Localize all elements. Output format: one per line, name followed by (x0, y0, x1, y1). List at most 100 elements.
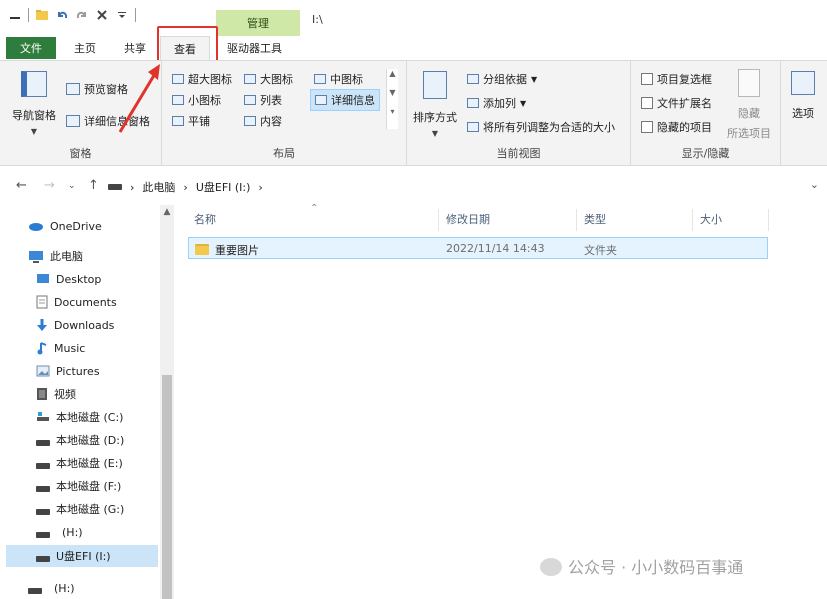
layout-details[interactable]: 详细信息 (310, 89, 380, 111)
layout-xl-icons[interactable]: 超大图标 (172, 71, 232, 87)
nav-pane-icon (21, 71, 47, 97)
layout-large-icons[interactable]: 大图标 (244, 71, 293, 87)
chevron-down-icon[interactable]: ▼ (387, 88, 398, 97)
column-header-name[interactable]: 名称 (194, 211, 216, 227)
scroll-up-icon[interactable]: ▲ (160, 207, 174, 217)
expand-gallery-icon[interactable]: ▾ (387, 107, 398, 116)
column-header-size[interactable]: 大小 (700, 211, 722, 227)
small-icons-icon (172, 95, 184, 105)
nav-item-label: Documents (54, 295, 117, 309)
video-icon (36, 387, 48, 401)
nav-item-label: 本地磁盘 (G:) (56, 503, 125, 516)
size-all-columns-button[interactable]: 将所有列调整为合适的大小 (467, 119, 615, 135)
nav-pane-button[interactable]: 导航窗格 ▼ (12, 71, 56, 136)
layout-xl-icons-label: 超大图标 (188, 73, 232, 86)
manage-contextual-tab[interactable]: 管理 (216, 10, 300, 36)
drive-icon (36, 463, 50, 469)
hidden-items-toggle[interactable]: 隐藏的项目 (641, 119, 712, 135)
customize-dropdown-icon[interactable] (115, 8, 129, 22)
nav-scrollbar[interactable]: ▲ (160, 205, 174, 599)
file-extensions-toggle[interactable]: 文件扩展名 (641, 95, 712, 111)
xl-icons-icon (172, 74, 184, 84)
drive-icon (36, 532, 50, 538)
chevron-up-icon[interactable]: ▲ (387, 69, 398, 78)
nav-item-label: (H:) (62, 525, 83, 539)
table-row[interactable]: 重要图片 2022/11/14 14:43 文件夹 (188, 237, 768, 259)
toolbar-divider (28, 8, 29, 22)
close-icon[interactable] (95, 8, 109, 22)
breadcrumb-separator-icon[interactable]: › (130, 181, 134, 194)
breadcrumb-current[interactable]: U盘EFI (I:) (196, 179, 251, 195)
drive-icon (36, 509, 50, 515)
nav-item-drive-i[interactable]: U盘EFI (I:) (6, 545, 158, 567)
hide-selected-icon (738, 69, 760, 97)
nav-item-label: 本地磁盘 (E:) (56, 457, 123, 470)
options-label: 选项 (792, 107, 814, 120)
nav-item-label: Downloads (54, 318, 115, 332)
column-divider[interactable] (438, 209, 439, 231)
drive-icon (28, 588, 42, 594)
chevron-down-icon: ▼ (520, 98, 527, 108)
hide-selected-label-2: 所选项目 (727, 127, 771, 140)
column-divider[interactable] (768, 209, 769, 231)
layout-gallery-scroll[interactable]: ▲ ▼ ▾ (386, 69, 398, 129)
drive-icon (36, 556, 50, 562)
windows-drive-icon (36, 411, 50, 423)
recent-dropdown-icon[interactable]: ⌄ (68, 181, 76, 191)
column-header-type[interactable]: 类型 (584, 211, 606, 227)
add-columns-icon (467, 98, 479, 108)
folder-icon[interactable] (35, 8, 49, 22)
medium-icons-icon (314, 74, 326, 84)
column-divider[interactable] (692, 209, 693, 231)
up-arrow-icon[interactable]: ↑ (88, 178, 99, 193)
preview-pane-icon (66, 83, 80, 95)
add-columns-button[interactable]: 添加列 ▼ (467, 95, 526, 111)
options-button[interactable]: 选项 (791, 71, 815, 121)
chevron-down-icon: ▼ (30, 127, 38, 136)
breadcrumb[interactable]: › 此电脑 › U盘EFI (I:) › (108, 179, 263, 195)
hide-selected-button[interactable]: 隐藏 所选项目 (727, 69, 771, 141)
item-checkboxes-toggle[interactable]: 项目复选框 (641, 71, 712, 87)
layout-list-label: 列表 (260, 94, 282, 107)
column-divider[interactable] (576, 209, 577, 231)
forward-arrow-icon[interactable]: → (44, 178, 55, 193)
undo-icon[interactable] (55, 8, 69, 22)
tab-share[interactable]: 共享 (114, 36, 156, 60)
address-history-chevron-icon[interactable]: ⌄ (810, 178, 819, 191)
group-options: 选项 (781, 61, 827, 165)
checkbox[interactable] (641, 121, 653, 133)
breadcrumb-this-pc[interactable]: 此电脑 (142, 179, 175, 195)
layout-content[interactable]: 内容 (244, 113, 282, 129)
picture-icon (36, 365, 50, 377)
tab-drive-tools[interactable]: 驱动器工具 (217, 36, 292, 60)
redo-icon[interactable] (75, 8, 89, 22)
layout-tiles[interactable]: 平铺 (172, 113, 210, 129)
breadcrumb-separator-icon[interactable]: › (258, 181, 262, 194)
nav-item-label: 此电脑 (50, 250, 83, 263)
tab-home[interactable]: 主页 (64, 36, 106, 60)
group-label-layout: 布局 (273, 147, 295, 160)
content-view-icon (244, 116, 256, 126)
details-view-icon (315, 95, 327, 105)
ribbon-tabs: 文件 主页 共享 查看 驱动器工具 (0, 36, 827, 60)
sort-by-button[interactable]: 排序方式 ▼ (413, 71, 457, 138)
layout-medium-icons[interactable]: 中图标 (314, 71, 363, 87)
checkbox[interactable] (641, 97, 653, 109)
layout-small-icons[interactable]: 小图标 (172, 92, 221, 108)
breadcrumb-separator-icon[interactable]: › (183, 181, 187, 194)
minus-icon[interactable] (8, 8, 22, 22)
group-by-button[interactable]: 分组依据 ▼ (467, 71, 537, 87)
scrollbar-thumb[interactable] (162, 375, 172, 599)
size-columns-icon (467, 122, 479, 132)
large-icons-icon (244, 74, 256, 84)
checkbox[interactable] (641, 73, 653, 85)
tab-view[interactable]: 查看 (160, 36, 210, 60)
tab-file[interactable]: 文件 (6, 37, 56, 59)
drive-icon (36, 486, 50, 492)
back-arrow-icon[interactable]: ← (16, 178, 27, 193)
layout-list[interactable]: 列表 (244, 92, 282, 108)
nav-item-label: Pictures (56, 364, 100, 378)
annotation-arrow (118, 64, 160, 133)
column-header-date[interactable]: 修改日期 (446, 211, 490, 227)
list-view-icon (244, 95, 256, 105)
